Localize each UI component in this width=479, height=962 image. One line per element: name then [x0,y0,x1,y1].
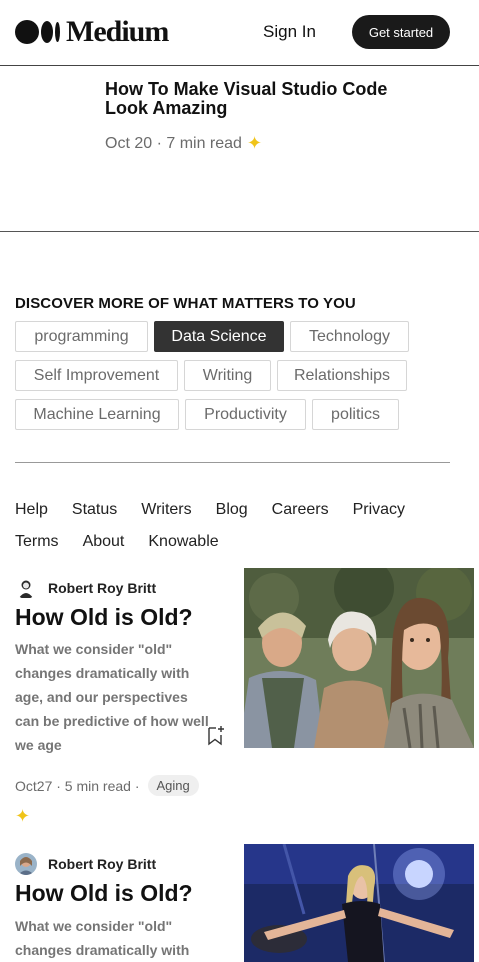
story-title[interactable]: How Old is Old? [15,880,193,907]
get-started-button[interactable]: Get started [352,15,450,49]
section-divider [15,462,450,463]
star-icon: ✦ [246,133,263,153]
author-avatar [15,853,37,875]
tag-relationships[interactable]: Relationships [277,360,407,391]
link-terms[interactable]: Terms [15,533,59,551]
tag-programming[interactable]: programming [15,321,148,352]
topic-tags: programming Data Science Technology Self… [15,321,465,438]
tag-politics[interactable]: politics [312,399,399,430]
top-article-title[interactable]: How To Make Visual Studio Code Look Amaz… [105,80,435,118]
top-article-meta: Oct 20 · 7 min read ✦ [105,133,262,154]
link-help[interactable]: Help [15,501,48,519]
tag-machine-learning[interactable]: Machine Learning [15,399,179,430]
story-thumbnail[interactable] [244,568,474,748]
logo-text: Medium [66,15,169,48]
link-status[interactable]: Status [72,501,117,519]
star-icon: ✦ [15,806,31,826]
medium-logo-mark-icon [15,20,60,44]
story-card: Robert Roy Britt How Old is Old? What we… [0,844,479,962]
link-writers[interactable]: Writers [141,501,191,519]
link-careers[interactable]: Careers [272,501,329,519]
story-title[interactable]: How Old is Old? [15,604,193,631]
story-thumbnail[interactable] [244,844,474,962]
top-article: How To Make Visual Studio Code Look Amaz… [0,66,479,232]
story-card: Robert Roy Britt How Old is Old? What we… [0,568,479,838]
story-tag-pill[interactable]: Aging [147,775,199,796]
tag-writing[interactable]: Writing [184,360,271,391]
footer-links: Help Status Writers Blog Careers Privacy… [15,494,455,558]
medium-logo[interactable]: Medium [15,15,169,48]
tag-data-science[interactable]: Data Science [154,321,284,352]
story-meta: Oct27 · 5 min read · Aging [15,775,199,796]
bookmark-add-icon[interactable] [206,724,226,751]
tag-self-improvement[interactable]: Self Improvement [15,360,178,391]
top-bar: Medium Sign In Get started [0,0,479,66]
story-subtitle: What we consider "old" changes dramatica… [15,918,190,958]
link-about[interactable]: About [83,533,125,551]
author-name: Robert Roy Britt [48,856,157,872]
tag-technology[interactable]: Technology [290,321,409,352]
top-article-meta-text: Oct 20 · 7 min read [105,134,242,152]
story-author[interactable]: Robert Roy Britt [15,577,156,599]
tag-productivity[interactable]: Productivity [185,399,306,430]
link-knowable[interactable]: Knowable [148,533,218,551]
story-subtitle: What we consider "old" changes dramatica… [15,641,209,753]
sign-in-link[interactable]: Sign In [263,22,316,42]
discover-heading: DISCOVER MORE OF WHAT MATTERS TO YOU [15,295,356,312]
story-meta-text: Oct27 · 5 min read · [15,777,140,794]
link-blog[interactable]: Blog [216,501,248,519]
story-author[interactable]: Robert Roy Britt [15,853,156,875]
author-name: Robert Roy Britt [48,580,157,596]
link-privacy[interactable]: Privacy [353,501,405,519]
author-avatar [15,577,37,599]
